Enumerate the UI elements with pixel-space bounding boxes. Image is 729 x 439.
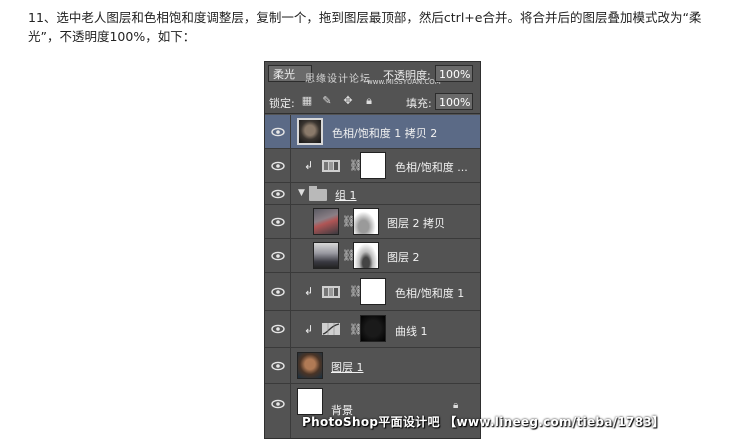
hue-saturation-icon (322, 286, 340, 298)
instruction-text: 11、选中老人图层和色相饱和度调整层，复制一个，拖到图层最顶部，然后ctrl+e… (28, 10, 702, 44)
curves-icon (322, 323, 340, 335)
divider (290, 149, 291, 183)
fill-input[interactable]: 100% (435, 93, 473, 110)
clipping-arrow-icon: ↲ (304, 159, 314, 172)
layer-name: 图层 2 拷贝 (387, 217, 445, 230)
lock-row: 锁定: ▦ ✎ ✥ 🔒︎ 填充: 100% (265, 89, 480, 114)
divider (290, 311, 291, 348)
blend-options-row: 柔光 思缘设计论坛 www.MISSYUAN.COM 不透明度: 100% (265, 62, 480, 86)
lock-icon: 🔒︎ (453, 400, 459, 411)
visibility-eye-icon[interactable] (270, 186, 286, 202)
layer-row[interactable]: 图层 1 (265, 348, 480, 384)
layer-mask-thumbnail (360, 278, 386, 305)
layer-row[interactable]: ↲ ⛓︎ 色相/饱和度 1 (265, 273, 480, 311)
footer-watermark: PhotoShop平面设计吧 【www.lineeg.com/tieba/178… (302, 415, 665, 429)
layers-panel: 柔光 思缘设计论坛 www.MISSYUAN.COM 不透明度: 100% 锁定… (264, 61, 481, 439)
lock-label: 锁定: (269, 97, 295, 110)
opacity-input[interactable]: 100% (435, 65, 473, 82)
clipping-arrow-icon: ↲ (304, 323, 314, 336)
clipping-arrow-icon: ↲ (304, 285, 314, 298)
lock-transparent-pixels-icon[interactable]: ▦ (301, 95, 313, 107)
layer-row[interactable]: ↲ ⛓︎ 色相/饱和度 ... (265, 149, 480, 183)
folder-icon (309, 186, 327, 201)
layer-name: 组 1 (335, 189, 357, 202)
opacity-label: 不透明度: (383, 69, 431, 82)
lock-image-pixels-icon[interactable]: ✎ (321, 95, 333, 107)
visibility-eye-icon[interactable] (270, 284, 286, 300)
visibility-eye-icon[interactable] (270, 158, 286, 174)
layer-thumbnail (297, 118, 323, 145)
visibility-eye-icon[interactable] (270, 358, 286, 374)
divider (290, 384, 291, 438)
layer-thumbnail (313, 242, 339, 269)
divider (290, 239, 291, 273)
layer-row[interactable]: ↲ ⛓︎ 曲线 1 (265, 311, 480, 348)
divider (290, 205, 291, 239)
layer-mask-thumbnail (360, 152, 386, 179)
layer-name: 曲线 1 (395, 325, 428, 338)
divider (290, 115, 291, 149)
visibility-eye-icon[interactable] (270, 321, 286, 337)
layer-thumbnail (297, 352, 323, 379)
fill-label: 填充: (406, 97, 432, 110)
visibility-eye-icon[interactable] (270, 248, 286, 264)
layer-mask-thumbnail (360, 315, 386, 342)
layer-row[interactable]: 背景 🔒︎ (265, 384, 480, 438)
layer-thumbnail (313, 208, 339, 235)
lock-position-icon[interactable]: ✥ (342, 95, 354, 107)
layer-name: 图层 2 (387, 251, 420, 264)
divider (290, 183, 291, 205)
layer-name: 色相/饱和度 ... (395, 161, 468, 174)
layer-row[interactable]: ⛓︎ 图层 2 (265, 239, 480, 273)
layer-name: 图层 1 (331, 361, 364, 374)
divider (290, 273, 291, 311)
visibility-eye-icon[interactable] (270, 396, 286, 412)
layer-group-row[interactable]: ▼ 组 1 (265, 183, 480, 205)
layer-row[interactable]: ⛓︎ 图层 2 拷贝 (265, 205, 480, 239)
watermark-text: 思缘设计论坛 (305, 74, 371, 85)
layer-thumbnail (297, 388, 323, 415)
lock-all-icon[interactable]: 🔒︎ (363, 95, 375, 107)
hue-saturation-icon (322, 160, 340, 172)
layer-mask-thumbnail (353, 242, 379, 269)
layer-name: 色相/饱和度 1 拷贝 2 (332, 127, 438, 140)
visibility-eye-icon[interactable] (270, 214, 286, 230)
disclosure-triangle-icon[interactable]: ▼ (298, 188, 305, 198)
layer-mask-thumbnail (353, 208, 379, 235)
layer-name: 色相/饱和度 1 (395, 287, 465, 300)
layer-row[interactable]: 色相/饱和度 1 拷贝 2 (265, 115, 480, 149)
visibility-eye-icon[interactable] (270, 124, 286, 140)
divider (290, 348, 291, 384)
